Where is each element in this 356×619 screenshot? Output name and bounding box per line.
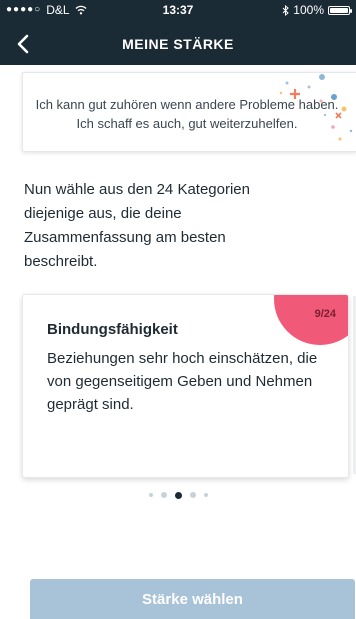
category-description: Beziehungen sehr hoch einschätzen, die v… <box>47 350 318 413</box>
battery-percent: 100% <box>293 3 324 17</box>
instruction-text: Nun wähle aus den 24 Kategorien diejenig… <box>24 181 250 270</box>
page-dot[interactable] <box>189 492 196 498</box>
category-card[interactable]: 9/24 Bindungsfähigkeit Beziehungen sehr … <box>22 294 349 478</box>
category-counter: 9/24 <box>314 308 336 320</box>
status-right: 100% <box>282 0 352 20</box>
bluetooth-icon <box>282 4 290 16</box>
page-dot[interactable] <box>160 492 167 498</box>
header-bar: ●●●●○ D&L 13:37 100% MEINE STÄRKE <box>0 0 356 65</box>
choose-strength-button[interactable]: Stärke wählen <box>30 579 355 619</box>
category-title: Bindungsfähigkeit <box>47 321 178 338</box>
counter-badge <box>274 295 348 345</box>
page-dot[interactable] <box>203 493 208 497</box>
page-dot-active[interactable] <box>174 491 182 499</box>
battery-icon <box>328 5 352 15</box>
page-indicator <box>0 488 356 502</box>
navigation-bar: MEINE STÄRKE <box>0 22 356 65</box>
status-bar: ●●●●○ D&L 13:37 100% <box>0 0 356 20</box>
summary-card: Ich kann gut zuhören wenn andere Problem… <box>22 72 356 152</box>
page-title: MEINE STÄRKE <box>122 36 234 52</box>
page-dot[interactable] <box>148 493 153 497</box>
summary-text: Ich kann gut zuhören wenn andere Problem… <box>35 97 339 131</box>
